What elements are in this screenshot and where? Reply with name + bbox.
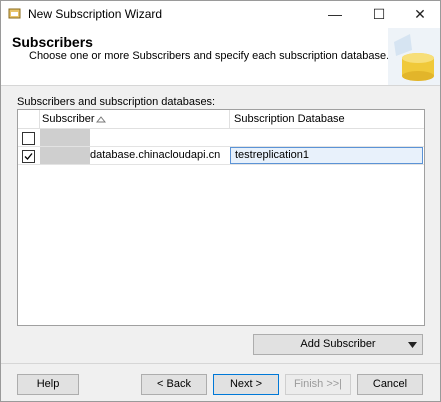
dropdown-arrow-icon[interactable] <box>408 342 417 348</box>
app-icon <box>8 8 21 19</box>
next-button[interactable]: Next > <box>213 374 279 395</box>
table-row[interactable] <box>18 129 424 147</box>
maximize-icon[interactable]: ☐ <box>359 1 399 28</box>
wizard-header: Subscribers Choose one or more Subscribe… <box>1 28 440 86</box>
close-icon[interactable]: ✕ <box>400 1 440 28</box>
subscriber-cell: database.chinacloudapi.cn <box>90 149 221 161</box>
database-column-label: Subscription Database <box>234 113 345 125</box>
sort-ascending-icon <box>96 116 106 123</box>
help-button[interactable]: Help <box>17 374 79 395</box>
footer-divider <box>1 363 440 364</box>
table-row[interactable]: database.chinacloudapi.cn testreplicatio… <box>18 147 424 165</box>
subscriber-column-label: Subscriber <box>42 113 95 125</box>
add-subscriber-label: Add Subscriber <box>300 338 376 350</box>
checkmark-icon <box>24 153 33 160</box>
back-button[interactable]: < Back <box>141 374 207 395</box>
redacted-subscriber <box>40 147 90 164</box>
subscribers-grid: Subscriber Subscription Database databas… <box>17 109 425 326</box>
grid-label: Subscribers and subscription databases: <box>17 96 216 108</box>
page-subtitle: Choose one or more Subscribers and speci… <box>29 50 390 62</box>
subscriber-column-header[interactable]: Subscriber <box>40 110 230 129</box>
checkbox-icon[interactable] <box>22 132 35 145</box>
database-graphic-icon <box>388 28 440 85</box>
page-title: Subscribers <box>12 34 93 50</box>
add-subscriber-button[interactable]: Add Subscriber <box>253 334 423 355</box>
checkbox-icon[interactable] <box>22 150 35 163</box>
window-title: New Subscription Wizard <box>28 7 163 21</box>
finish-button[interactable]: Finish >>| <box>285 374 351 395</box>
wizard-window: New Subscription Wizard — ☐ ✕ Subscriber… <box>0 0 441 402</box>
title-bar: New Subscription Wizard — ☐ ✕ <box>1 1 440 28</box>
cancel-button[interactable]: Cancel <box>357 374 423 395</box>
database-column-header[interactable]: Subscription Database <box>230 110 424 129</box>
redacted-subscriber <box>40 129 90 146</box>
minimize-icon[interactable]: — <box>315 1 355 28</box>
checkbox-column-header <box>18 110 40 129</box>
subscription-database-field[interactable]: testreplication1 <box>230 147 423 164</box>
